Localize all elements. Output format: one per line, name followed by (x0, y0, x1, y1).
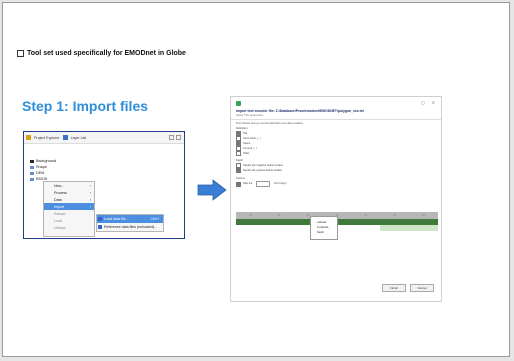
checkbox-label: Semi-colon ( ; ) (243, 136, 261, 140)
bullet-text: Tool set used specifically for EMODnet i… (27, 50, 186, 57)
table-cell (409, 269, 438, 275)
dialog-title: Import text encoder file: Z:\Database\Pc… (236, 109, 364, 113)
checkbox-label: Space (243, 141, 251, 145)
radio-depth-negative[interactable]: Depths are negative below surface (236, 163, 283, 169)
folder-icon (30, 165, 34, 169)
menu-item-import[interactable]: Import › (44, 203, 94, 210)
menu-item-label: Reference data files (unloaded)... (104, 225, 158, 229)
file-icon (98, 225, 102, 229)
tab-layer-list[interactable]: Layer List (71, 136, 87, 140)
column-header[interactable]: <> (351, 212, 381, 219)
import-dialog: ▢ ✕ Import text encoder file: Z:\Databas… (230, 96, 442, 302)
explorer-tabbar: Project Explorer Layer List (24, 132, 184, 144)
table-cell (380, 269, 409, 275)
menu-item-label: Data (54, 197, 62, 202)
chevron-right-icon: › (89, 197, 91, 202)
menu-item-reference-data-files[interactable]: Reference data files (unloaded)... (97, 223, 163, 231)
step-title: Step 1: Import files (22, 98, 149, 114)
dialog-hint: First choose how you set the delimiters … (236, 122, 303, 125)
close-icon[interactable]: ✕ (432, 100, 435, 105)
menu-item-label: Unload (54, 225, 66, 230)
chevron-right-icon: › (89, 204, 91, 209)
menu-item-label: Import (54, 204, 65, 209)
bullet-line: Tool set used specifically for EMODnet i… (17, 50, 186, 57)
skip-rows-option: Skip the first row(s) (236, 181, 287, 188)
chevron-right-icon: › (89, 190, 91, 195)
menu-item-label: Load (54, 218, 62, 223)
project-tree: Background Shape DEM EMOD (30, 158, 56, 182)
table-cell (294, 269, 323, 275)
layer-list-icon (62, 135, 68, 140)
divider (231, 119, 441, 120)
import-submenu: Load data file... Ctrl+I Reference data f… (96, 214, 164, 232)
chevron-right-icon: › (89, 183, 91, 188)
column-header[interactable]: <> (236, 212, 265, 219)
depth-group: Depth Depths are negative below surface … (236, 159, 283, 174)
menu-item-new[interactable]: New... › (44, 182, 94, 189)
radio-depth-positive[interactable]: Depths are positive below surface (236, 168, 283, 174)
menu-item-process[interactable]: Process › (44, 189, 94, 196)
checkbox-icon (236, 151, 241, 157)
folder-icon (30, 171, 34, 175)
skip-rows-input[interactable] (256, 181, 271, 188)
column-type-menu: Latitude Longitude Depth (310, 216, 338, 240)
finish-button[interactable]: Finish (382, 284, 406, 292)
maximize-icon[interactable]: ▢ (421, 100, 425, 105)
file-icon (98, 217, 102, 221)
shortcut-label: Ctrl+I (150, 217, 159, 221)
options-group: Options Skip the first row(s) (236, 177, 287, 188)
project-explorer-icon (26, 135, 31, 140)
folder-icon (30, 177, 34, 181)
menu-item-label: Load data file... (104, 217, 129, 221)
column-header[interactable]: <> (264, 212, 294, 219)
menu-item-label: New... (54, 183, 64, 188)
radio-checked-icon (236, 168, 241, 174)
skip-label: Skip the (243, 182, 253, 186)
table-cell (265, 269, 294, 275)
checkbox-label: Tab (243, 131, 248, 135)
radio-label: Depths are positive below surface (243, 168, 282, 172)
table-cell (236, 269, 265, 275)
skip-unit-label: first row(s) (274, 182, 287, 186)
cancel-button[interactable]: Cancel (410, 284, 434, 292)
table-row[interactable] (236, 269, 438, 275)
panel-controls (169, 135, 181, 140)
dialog-subtitle: Select CSV parameters (236, 114, 264, 117)
table-cell (351, 269, 380, 275)
menu-item-label: Process (54, 190, 67, 195)
right-arrow-icon (197, 179, 227, 201)
table-cell (323, 269, 352, 275)
tab-project-explorer[interactable]: Project Explorer (34, 136, 60, 140)
checkbox-other[interactable]: Other (236, 151, 261, 157)
menu-item-label: Reload (54, 211, 66, 216)
menu-item-reload[interactable]: Reload (44, 210, 94, 217)
app-logo-icon (236, 101, 241, 106)
menu-item-load[interactable]: Load (44, 217, 94, 224)
menu-item-data[interactable]: Data › (44, 196, 94, 203)
checkbox-label: Other (243, 151, 250, 155)
checkbox-label: Comma ( , ) (243, 146, 257, 150)
project-explorer-screenshot: Project Explorer Layer List Background S… (23, 131, 185, 239)
checkbox-checked-icon[interactable] (236, 181, 241, 187)
window-controls: ▢ ✕ (421, 100, 435, 105)
menu-item-load-data-file[interactable]: Load data file... Ctrl+I (97, 215, 163, 223)
column-header[interactable]: <> (409, 212, 438, 219)
delimiters-group: Delimiters Tab Semi-colon ( ; ) Space Co… (236, 127, 261, 157)
bullet-square-icon (17, 50, 24, 57)
context-menu: New... › Process › Data › Import › Reload Lo… (43, 181, 95, 237)
maximize-icon[interactable] (176, 135, 181, 140)
radio-label: Depths are negative below surface (243, 163, 283, 167)
folder-icon (30, 159, 34, 163)
minimize-icon[interactable] (169, 135, 174, 140)
menu-item-unload[interactable]: Unload (44, 224, 94, 231)
column-header[interactable]: <> (380, 212, 410, 219)
menu-item-depth[interactable]: Depth (311, 230, 337, 235)
slide: Tool set used specifically for EMODnet i… (2, 2, 510, 357)
